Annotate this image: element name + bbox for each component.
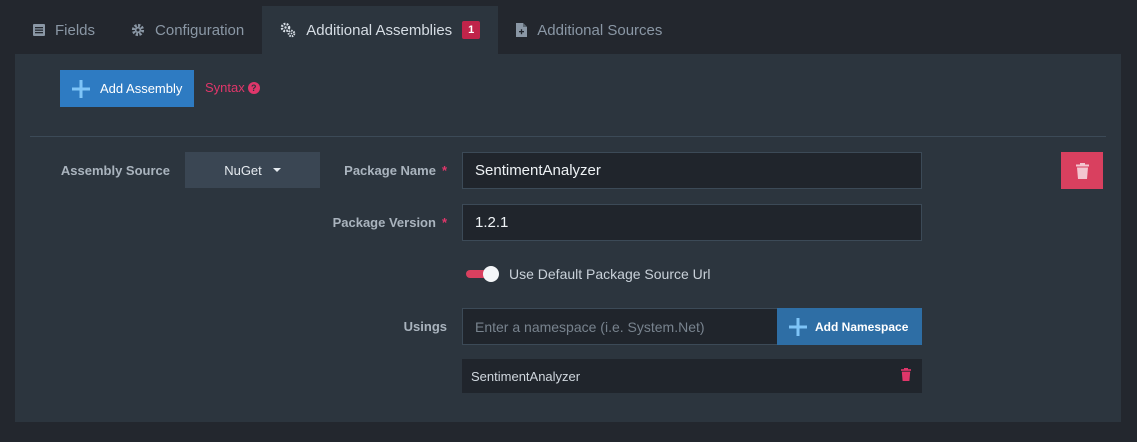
list-icon: [33, 24, 45, 36]
trash-icon[interactable]: [901, 368, 911, 381]
add-namespace-button[interactable]: Add Namespace: [777, 308, 922, 345]
count-badge: 1: [462, 21, 481, 39]
plus-icon: [789, 317, 807, 336]
tab-additional-sources[interactable]: Additional Sources: [498, 6, 680, 54]
tab-configuration-label: Configuration: [155, 21, 245, 39]
list-item: SentimentAnalyzer: [462, 359, 922, 393]
namespace-name: SentimentAnalyzer: [471, 368, 581, 384]
help-icon: ?: [247, 81, 260, 94]
required-marker: *: [441, 163, 447, 178]
namespace-input[interactable]: Enter a namespace (i.e. System.Net): [462, 308, 778, 345]
divider: [30, 136, 1106, 137]
caret-down-icon: [272, 168, 281, 172]
tab-additional-assemblies-label: Additional Assemblies: [306, 21, 453, 39]
package-name-value: SentimentAnalyzer: [475, 162, 601, 179]
assembly-source-value: NuGet: [224, 162, 262, 178]
tab-additional-assemblies[interactable]: Additional Assemblies 1: [262, 6, 499, 54]
tab-bar: Fields Configuration Additional Assembli…: [15, 6, 680, 54]
plus-icon: [72, 79, 90, 98]
add-assembly-button[interactable]: Add Assembly: [60, 70, 194, 107]
tab-fields[interactable]: Fields: [15, 6, 113, 54]
package-name-label-text: Package Name: [344, 163, 436, 178]
required-marker: *: [441, 215, 447, 230]
assembly-source-dropdown[interactable]: NuGet: [185, 152, 320, 188]
package-name-input[interactable]: SentimentAnalyzer: [462, 152, 922, 189]
delete-assembly-button[interactable]: [1061, 152, 1103, 189]
assembly-source-label: Assembly Source: [60, 163, 170, 178]
trash-icon: [1075, 162, 1089, 179]
tab-additional-sources-label: Additional Sources: [537, 21, 663, 39]
tab-configuration[interactable]: Configuration: [113, 6, 262, 54]
gears-icon: [280, 22, 296, 38]
package-version-label: Package Version *: [285, 215, 447, 230]
package-name-label: Package Name *: [315, 163, 447, 178]
assemblies-panel: Add Assembly Syntax ? Assembly Source Nu…: [15, 54, 1121, 422]
gear-icon: [131, 23, 145, 37]
package-version-input[interactable]: 1.2.1: [462, 204, 922, 241]
tab-fields-label: Fields: [55, 21, 96, 39]
default-source-toggle[interactable]: [466, 266, 500, 282]
syntax-link[interactable]: Syntax ?: [205, 80, 260, 95]
file-icon: [516, 23, 528, 37]
namespace-placeholder: Enter a namespace (i.e. System.Net): [475, 318, 705, 335]
usings-label: Usings: [403, 319, 447, 334]
add-namespace-label: Add Namespace: [815, 319, 909, 334]
default-source-toggle-label: Use Default Package Source Url: [509, 266, 711, 282]
toggle-knob: [483, 266, 499, 282]
syntax-label: Syntax: [205, 80, 245, 95]
package-version-label-text: Package Version: [332, 215, 436, 230]
add-assembly-label: Add Assembly: [100, 81, 183, 96]
package-version-value: 1.2.1: [475, 214, 509, 231]
